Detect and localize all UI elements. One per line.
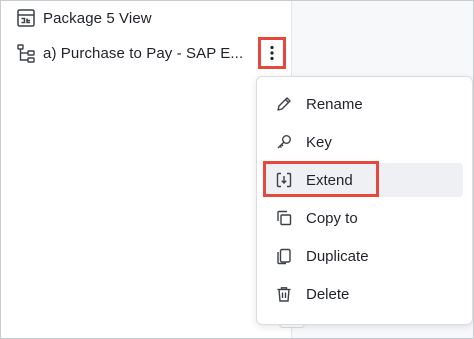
menu-item-rename[interactable]: Rename [263, 87, 463, 121]
menu-item-label: Copy to [306, 209, 358, 227]
context-menu: Rename Key Extend Copy to Duplicate Dele… [256, 76, 473, 325]
menu-item-label: Extend [306, 171, 353, 189]
menu-item-copy-to[interactable]: Copy to [263, 201, 463, 235]
tree-item-purchase-to-pay[interactable]: a) Purchase to Pay - SAP E... [15, 41, 243, 65]
more-options-button[interactable] [258, 37, 286, 69]
duplicate-icon [274, 246, 294, 266]
vertical-ellipsis-icon [269, 45, 275, 61]
trash-icon [274, 284, 294, 304]
hierarchy-icon [15, 42, 37, 64]
menu-item-duplicate[interactable]: Duplicate [263, 239, 463, 273]
menu-item-label: Key [306, 133, 332, 151]
app-frame: Package 5 View a) Purchase to Pay - SAP … [0, 0, 474, 339]
menu-item-label: Rename [306, 95, 363, 113]
pencil-icon [274, 94, 294, 114]
menu-item-key[interactable]: Key [263, 125, 463, 159]
extend-icon [274, 170, 294, 190]
tree-item-label: a) Purchase to Pay - SAP E... [43, 44, 244, 62]
tree-item-label: Package 5 View [43, 9, 152, 27]
menu-item-label: Delete [306, 285, 350, 303]
package-view-icon [15, 7, 37, 29]
key-icon [274, 132, 294, 152]
menu-item-extend[interactable]: Extend [263, 163, 463, 197]
menu-item-delete[interactable]: Delete [263, 277, 463, 311]
menu-item-label: Duplicate [306, 247, 369, 265]
copy-icon [274, 208, 294, 228]
tree-item-package-view[interactable]: Package 5 View [15, 6, 152, 30]
tree-panel: Package 5 View a) Purchase to Pay - SAP … [1, 1, 291, 338]
